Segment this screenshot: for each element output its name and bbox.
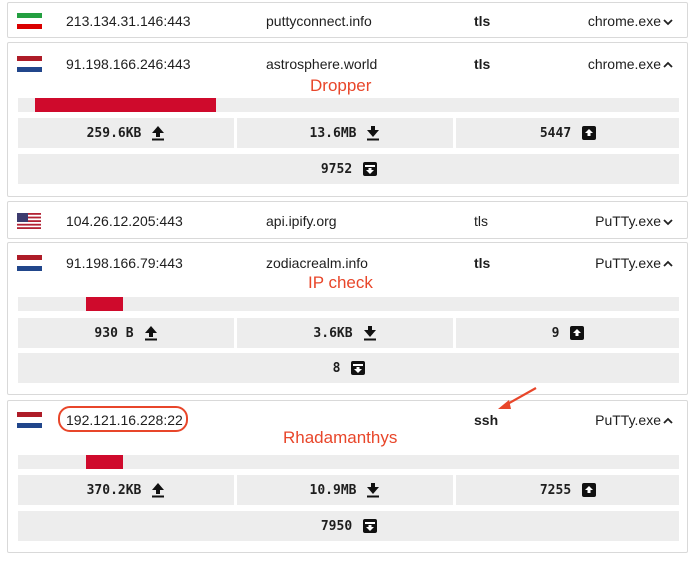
connection-row[interactable]: 213.134.31.146:443 puttyconnect.info tls…	[7, 2, 688, 38]
bytes-received: 13.6MB	[237, 118, 453, 148]
flag-netherlands-icon	[17, 412, 42, 428]
protocol: tls	[474, 255, 491, 271]
inbox-icon	[362, 161, 378, 177]
bytes-received-value: 13.6MB	[309, 125, 357, 141]
domain-name: api.ipify.org	[266, 213, 337, 229]
bytes-sent: 930 B	[18, 318, 234, 348]
ip-address: 104.26.12.205:443	[66, 213, 183, 229]
flag-iran-icon	[17, 13, 42, 29]
packets-in: 8	[18, 353, 679, 383]
annotation-label: Rhadamanthys	[283, 428, 398, 447]
flag-netherlands-icon	[17, 56, 42, 72]
process-name: chrome.exe	[587, 13, 661, 29]
packets-in-value: 8	[332, 360, 341, 376]
process-name: chrome.exe	[587, 56, 661, 72]
chevron-down-icon[interactable]	[663, 217, 673, 227]
bytes-received: 3.6KB	[237, 318, 453, 348]
process-name: PuTTy.exe	[595, 412, 661, 428]
packets-out: 7255	[456, 475, 679, 505]
domain-name: astrosphere.world	[266, 56, 378, 72]
annotation-label: Dropper	[310, 76, 372, 95]
packets-in-value: 7950	[320, 518, 353, 534]
download-icon	[366, 125, 380, 141]
traffic-bar-fill	[86, 455, 123, 469]
chevron-up-icon[interactable]	[663, 259, 673, 269]
connection-row-expanded[interactable]: 192.121.16.228:22 ssh PuTTy.exe Rhadaman…	[7, 400, 688, 553]
chevron-up-icon[interactable]	[663, 416, 673, 426]
bytes-received-value: 10.9MB	[309, 482, 357, 498]
packets-out-value: 7255	[539, 482, 572, 498]
annotation-arrow-icon	[492, 384, 542, 414]
inbox-icon	[350, 360, 366, 376]
outbox-icon	[581, 125, 597, 141]
flag-netherlands-icon	[17, 255, 42, 271]
chevron-down-icon[interactable]	[663, 17, 673, 27]
flag-usa-icon	[17, 213, 41, 229]
traffic-bar	[18, 455, 679, 469]
bytes-sent-value: 370.2KB	[86, 482, 142, 498]
outbox-icon	[581, 482, 597, 498]
traffic-bar-fill	[35, 98, 216, 112]
protocol: tls	[474, 213, 488, 229]
upload-icon	[144, 325, 158, 341]
packets-out-value: 5447	[539, 125, 572, 141]
process-name: PuTTy.exe	[595, 213, 661, 229]
protocol: ssh	[474, 412, 499, 428]
ip-address: 91.198.166.246:443	[66, 56, 191, 72]
inbox-icon	[362, 518, 378, 534]
packets-in: 9752	[18, 154, 679, 184]
domain-name: zodiacrealm.info	[266, 255, 368, 271]
annotation-label: IP check	[308, 273, 373, 292]
bytes-sent-value: 259.6KB	[86, 125, 142, 141]
outbox-icon	[569, 325, 585, 341]
download-icon	[363, 325, 377, 341]
traffic-bar-fill	[86, 297, 123, 311]
protocol: tls	[474, 56, 491, 72]
protocol: tls	[474, 13, 491, 29]
packets-out: 9	[456, 318, 679, 348]
upload-icon	[151, 482, 165, 498]
traffic-bar	[18, 98, 679, 112]
packets-out-value: 9	[551, 325, 560, 341]
ip-address: 213.134.31.146:443	[66, 13, 191, 29]
chevron-up-icon[interactable]	[663, 60, 673, 70]
connection-row-expanded[interactable]: 91.198.166.246:443 astrosphere.world tls…	[7, 42, 688, 197]
upload-icon	[151, 125, 165, 141]
bytes-sent: 259.6KB	[18, 118, 234, 148]
domain-name: puttyconnect.info	[266, 13, 372, 29]
bytes-sent-value: 930 B	[94, 325, 134, 341]
ip-address: 91.198.166.79:443	[66, 255, 183, 271]
connection-row[interactable]: 104.26.12.205:443 api.ipify.org tls PuTT…	[7, 201, 688, 239]
ip-address: 192.121.16.228:22	[66, 412, 183, 428]
bytes-received-value: 3.6KB	[313, 325, 353, 341]
process-name: PuTTy.exe	[595, 255, 661, 271]
packets-in: 7950	[18, 511, 679, 541]
packets-in-value: 9752	[320, 161, 353, 177]
bytes-received: 10.9MB	[237, 475, 453, 505]
bytes-sent: 370.2KB	[18, 475, 234, 505]
traffic-bar	[18, 297, 679, 311]
packets-out: 5447	[456, 118, 679, 148]
download-icon	[366, 482, 380, 498]
connection-row-expanded[interactable]: 91.198.166.79:443 zodiacrealm.info tls P…	[7, 242, 688, 395]
